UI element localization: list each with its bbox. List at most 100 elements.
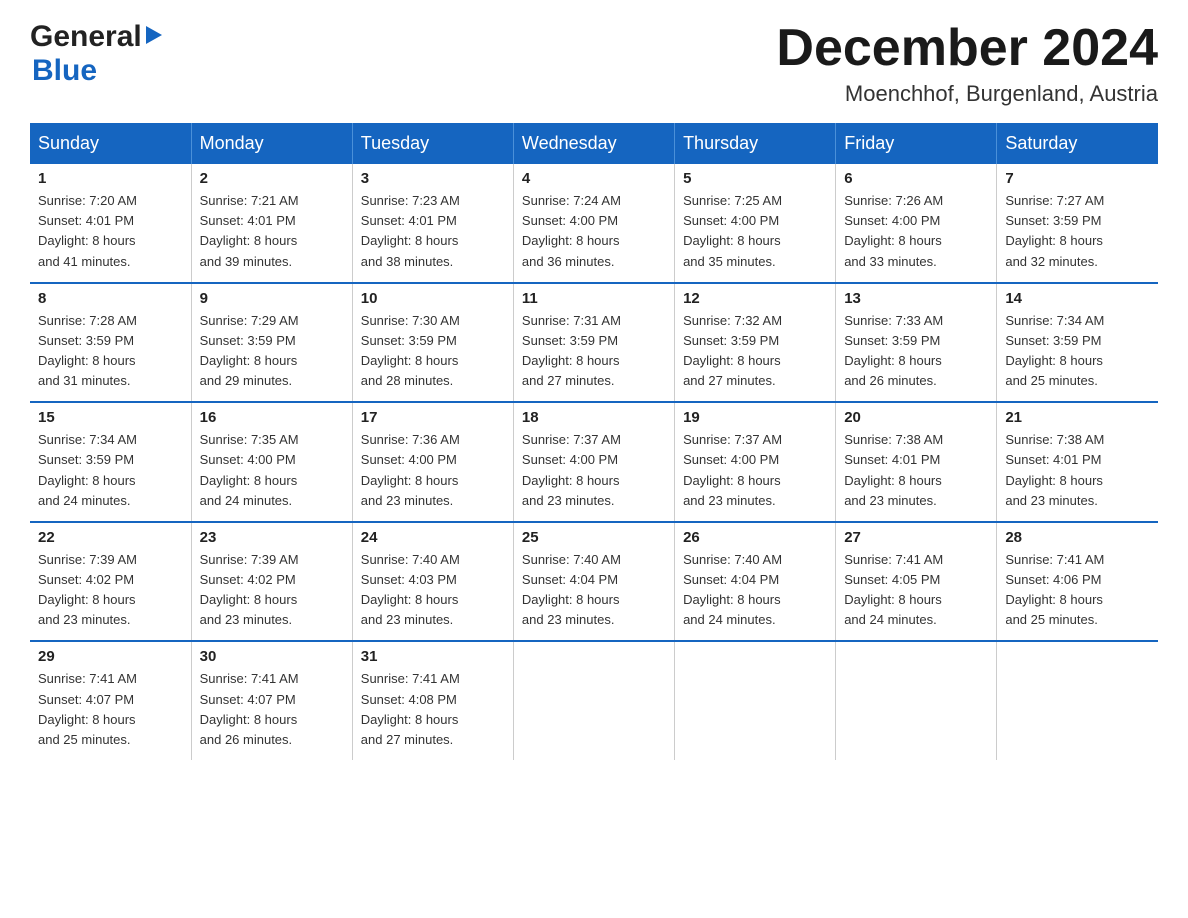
day-number: 4 bbox=[522, 170, 666, 187]
day-number: 29 bbox=[38, 648, 183, 665]
day-info: Sunrise: 7:41 AMSunset: 4:07 PMDaylight:… bbox=[38, 669, 183, 750]
calendar-cell: 24 Sunrise: 7:40 AMSunset: 4:03 PMDaylig… bbox=[352, 522, 513, 642]
day-info: Sunrise: 7:27 AMSunset: 3:59 PMDaylight:… bbox=[1005, 191, 1150, 272]
day-number: 19 bbox=[683, 409, 827, 426]
day-number: 24 bbox=[361, 529, 505, 546]
calendar-cell: 23 Sunrise: 7:39 AMSunset: 4:02 PMDaylig… bbox=[191, 522, 352, 642]
calendar-cell: 12 Sunrise: 7:32 AMSunset: 3:59 PMDaylig… bbox=[675, 283, 836, 403]
header-saturday: Saturday bbox=[997, 123, 1158, 164]
logo-line1: General bbox=[30, 20, 162, 54]
calendar-cell: 19 Sunrise: 7:37 AMSunset: 4:00 PMDaylig… bbox=[675, 402, 836, 522]
calendar-cell: 20 Sunrise: 7:38 AMSunset: 4:01 PMDaylig… bbox=[836, 402, 997, 522]
header-sunday: Sunday bbox=[30, 123, 191, 164]
day-number: 14 bbox=[1005, 290, 1150, 307]
day-number: 27 bbox=[844, 529, 988, 546]
calendar-cell: 22 Sunrise: 7:39 AMSunset: 4:02 PMDaylig… bbox=[30, 522, 191, 642]
logo-general-text: General bbox=[30, 20, 142, 54]
day-info: Sunrise: 7:29 AMSunset: 3:59 PMDaylight:… bbox=[200, 311, 344, 392]
calendar-cell: 26 Sunrise: 7:40 AMSunset: 4:04 PMDaylig… bbox=[675, 522, 836, 642]
day-number: 13 bbox=[844, 290, 988, 307]
calendar-cell: 3 Sunrise: 7:23 AMSunset: 4:01 PMDayligh… bbox=[352, 164, 513, 283]
day-number: 17 bbox=[361, 409, 505, 426]
header-thursday: Thursday bbox=[675, 123, 836, 164]
calendar-cell: 31 Sunrise: 7:41 AMSunset: 4:08 PMDaylig… bbox=[352, 641, 513, 760]
calendar-cell: 9 Sunrise: 7:29 AMSunset: 3:59 PMDayligh… bbox=[191, 283, 352, 403]
day-number: 12 bbox=[683, 290, 827, 307]
calendar-cell bbox=[513, 641, 674, 760]
page-header: General Blue December 2024 Moenchhof, Bu… bbox=[30, 20, 1158, 107]
day-info: Sunrise: 7:33 AMSunset: 3:59 PMDaylight:… bbox=[844, 311, 988, 392]
day-info: Sunrise: 7:38 AMSunset: 4:01 PMDaylight:… bbox=[844, 430, 988, 511]
logo-triangle-icon bbox=[146, 26, 162, 44]
calendar-header-row: Sunday Monday Tuesday Wednesday Thursday… bbox=[30, 123, 1158, 164]
day-info: Sunrise: 7:41 AMSunset: 4:05 PMDaylight:… bbox=[844, 550, 988, 631]
calendar-cell: 5 Sunrise: 7:25 AMSunset: 4:00 PMDayligh… bbox=[675, 164, 836, 283]
day-info: Sunrise: 7:40 AMSunset: 4:04 PMDaylight:… bbox=[683, 550, 827, 631]
logo: General Blue bbox=[30, 20, 162, 88]
day-number: 20 bbox=[844, 409, 988, 426]
calendar-cell bbox=[836, 641, 997, 760]
calendar-cell: 11 Sunrise: 7:31 AMSunset: 3:59 PMDaylig… bbox=[513, 283, 674, 403]
day-info: Sunrise: 7:34 AMSunset: 3:59 PMDaylight:… bbox=[38, 430, 183, 511]
day-info: Sunrise: 7:32 AMSunset: 3:59 PMDaylight:… bbox=[683, 311, 827, 392]
header-tuesday: Tuesday bbox=[352, 123, 513, 164]
day-info: Sunrise: 7:41 AMSunset: 4:08 PMDaylight:… bbox=[361, 669, 505, 750]
day-number: 5 bbox=[683, 170, 827, 187]
day-info: Sunrise: 7:37 AMSunset: 4:00 PMDaylight:… bbox=[522, 430, 666, 511]
day-info: Sunrise: 7:34 AMSunset: 3:59 PMDaylight:… bbox=[1005, 311, 1150, 392]
day-number: 15 bbox=[38, 409, 183, 426]
calendar-week-row: 15 Sunrise: 7:34 AMSunset: 3:59 PMDaylig… bbox=[30, 402, 1158, 522]
day-info: Sunrise: 7:41 AMSunset: 4:06 PMDaylight:… bbox=[1005, 550, 1150, 631]
calendar-cell: 28 Sunrise: 7:41 AMSunset: 4:06 PMDaylig… bbox=[997, 522, 1158, 642]
calendar-cell: 4 Sunrise: 7:24 AMSunset: 4:00 PMDayligh… bbox=[513, 164, 674, 283]
day-info: Sunrise: 7:40 AMSunset: 4:03 PMDaylight:… bbox=[361, 550, 505, 631]
logo-blue-text: Blue bbox=[32, 54, 97, 88]
day-info: Sunrise: 7:40 AMSunset: 4:04 PMDaylight:… bbox=[522, 550, 666, 631]
calendar-cell: 25 Sunrise: 7:40 AMSunset: 4:04 PMDaylig… bbox=[513, 522, 674, 642]
day-number: 28 bbox=[1005, 529, 1150, 546]
calendar-cell: 10 Sunrise: 7:30 AMSunset: 3:59 PMDaylig… bbox=[352, 283, 513, 403]
day-number: 9 bbox=[200, 290, 344, 307]
day-info: Sunrise: 7:21 AMSunset: 4:01 PMDaylight:… bbox=[200, 191, 344, 272]
day-info: Sunrise: 7:28 AMSunset: 3:59 PMDaylight:… bbox=[38, 311, 183, 392]
calendar-cell: 8 Sunrise: 7:28 AMSunset: 3:59 PMDayligh… bbox=[30, 283, 191, 403]
calendar-cell: 7 Sunrise: 7:27 AMSunset: 3:59 PMDayligh… bbox=[997, 164, 1158, 283]
calendar-week-row: 22 Sunrise: 7:39 AMSunset: 4:02 PMDaylig… bbox=[30, 522, 1158, 642]
calendar-cell: 2 Sunrise: 7:21 AMSunset: 4:01 PMDayligh… bbox=[191, 164, 352, 283]
calendar-week-row: 29 Sunrise: 7:41 AMSunset: 4:07 PMDaylig… bbox=[30, 641, 1158, 760]
day-info: Sunrise: 7:36 AMSunset: 4:00 PMDaylight:… bbox=[361, 430, 505, 511]
day-number: 1 bbox=[38, 170, 183, 187]
day-info: Sunrise: 7:26 AMSunset: 4:00 PMDaylight:… bbox=[844, 191, 988, 272]
day-number: 6 bbox=[844, 170, 988, 187]
calendar-cell: 30 Sunrise: 7:41 AMSunset: 4:07 PMDaylig… bbox=[191, 641, 352, 760]
day-info: Sunrise: 7:24 AMSunset: 4:00 PMDaylight:… bbox=[522, 191, 666, 272]
calendar-cell: 13 Sunrise: 7:33 AMSunset: 3:59 PMDaylig… bbox=[836, 283, 997, 403]
page-title: December 2024 bbox=[776, 20, 1158, 77]
calendar-cell: 18 Sunrise: 7:37 AMSunset: 4:00 PMDaylig… bbox=[513, 402, 674, 522]
day-number: 11 bbox=[522, 290, 666, 307]
day-number: 21 bbox=[1005, 409, 1150, 426]
day-number: 31 bbox=[361, 648, 505, 665]
header-monday: Monday bbox=[191, 123, 352, 164]
day-info: Sunrise: 7:30 AMSunset: 3:59 PMDaylight:… bbox=[361, 311, 505, 392]
calendar-cell: 14 Sunrise: 7:34 AMSunset: 3:59 PMDaylig… bbox=[997, 283, 1158, 403]
calendar-cell bbox=[997, 641, 1158, 760]
calendar-week-row: 8 Sunrise: 7:28 AMSunset: 3:59 PMDayligh… bbox=[30, 283, 1158, 403]
calendar-cell: 29 Sunrise: 7:41 AMSunset: 4:07 PMDaylig… bbox=[30, 641, 191, 760]
calendar-cell: 6 Sunrise: 7:26 AMSunset: 4:00 PMDayligh… bbox=[836, 164, 997, 283]
calendar-table: Sunday Monday Tuesday Wednesday Thursday… bbox=[30, 123, 1158, 760]
day-info: Sunrise: 7:35 AMSunset: 4:00 PMDaylight:… bbox=[200, 430, 344, 511]
day-info: Sunrise: 7:23 AMSunset: 4:01 PMDaylight:… bbox=[361, 191, 505, 272]
day-number: 16 bbox=[200, 409, 344, 426]
calendar-cell: 17 Sunrise: 7:36 AMSunset: 4:00 PMDaylig… bbox=[352, 402, 513, 522]
day-info: Sunrise: 7:41 AMSunset: 4:07 PMDaylight:… bbox=[200, 669, 344, 750]
header-wednesday: Wednesday bbox=[513, 123, 674, 164]
day-number: 30 bbox=[200, 648, 344, 665]
calendar-week-row: 1 Sunrise: 7:20 AMSunset: 4:01 PMDayligh… bbox=[30, 164, 1158, 283]
day-info: Sunrise: 7:39 AMSunset: 4:02 PMDaylight:… bbox=[200, 550, 344, 631]
calendar-cell: 15 Sunrise: 7:34 AMSunset: 3:59 PMDaylig… bbox=[30, 402, 191, 522]
day-info: Sunrise: 7:38 AMSunset: 4:01 PMDaylight:… bbox=[1005, 430, 1150, 511]
calendar-cell: 27 Sunrise: 7:41 AMSunset: 4:05 PMDaylig… bbox=[836, 522, 997, 642]
day-number: 2 bbox=[200, 170, 344, 187]
calendar-cell: 21 Sunrise: 7:38 AMSunset: 4:01 PMDaylig… bbox=[997, 402, 1158, 522]
